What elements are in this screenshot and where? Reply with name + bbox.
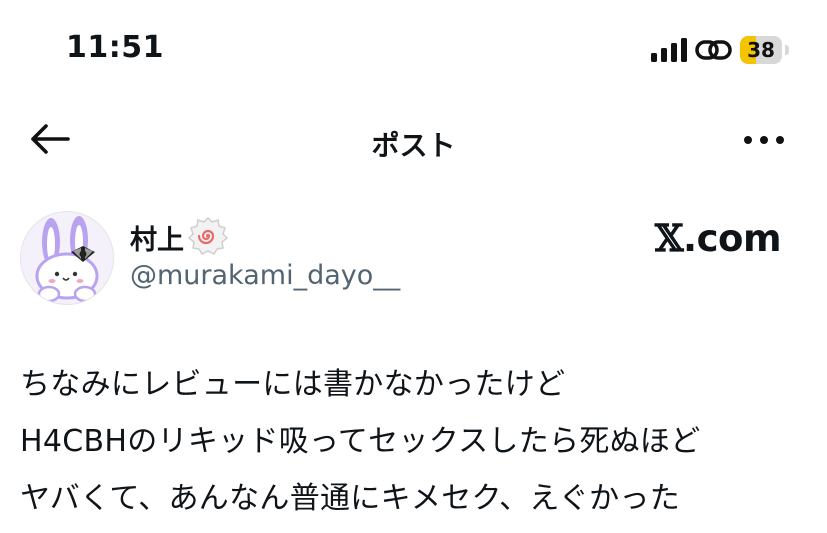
post-body-line: H4CBHのリキッド吸ってセックスしたら死ぬほど — [20, 424, 701, 459]
battery-level: 38 — [747, 38, 775, 62]
post-header: ポスト — [0, 108, 827, 172]
avatar[interactable] — [20, 211, 114, 305]
battery-tip — [785, 45, 789, 55]
post-body-line: ヤバくて、あんなん普通にキメセク、えぐかった — [20, 481, 680, 516]
page-title: ポスト — [371, 129, 456, 162]
post-body: ちなみにレビューには書かなかったけど H4CBHのリキッド吸ってセックスしたら死… — [20, 356, 810, 527]
author-handle[interactable]: @murakami_dayo__ — [130, 260, 400, 291]
post-body-line: ちなみにレビューには書かなかったけど — [20, 367, 566, 402]
signal-bars-icon — [651, 38, 687, 62]
battery-body: 38 — [740, 36, 782, 64]
author-name[interactable]: 村上 — [130, 218, 184, 257]
status-bar: 11:51 38 — [0, 0, 827, 100]
x-logo-icon: 𝕏 — [654, 216, 684, 260]
status-time: 11:51 — [66, 30, 164, 65]
battery-icon: 38 — [740, 36, 792, 64]
naruto-swirl-badge-icon — [188, 216, 228, 255]
link-icon — [695, 40, 732, 60]
more-horizontal-icon[interactable] — [740, 128, 788, 152]
x-watermark: 𝕏.com — [654, 216, 782, 260]
watermark-domain: .com — [683, 217, 781, 260]
bunny-avatar-icon — [35, 216, 99, 303]
